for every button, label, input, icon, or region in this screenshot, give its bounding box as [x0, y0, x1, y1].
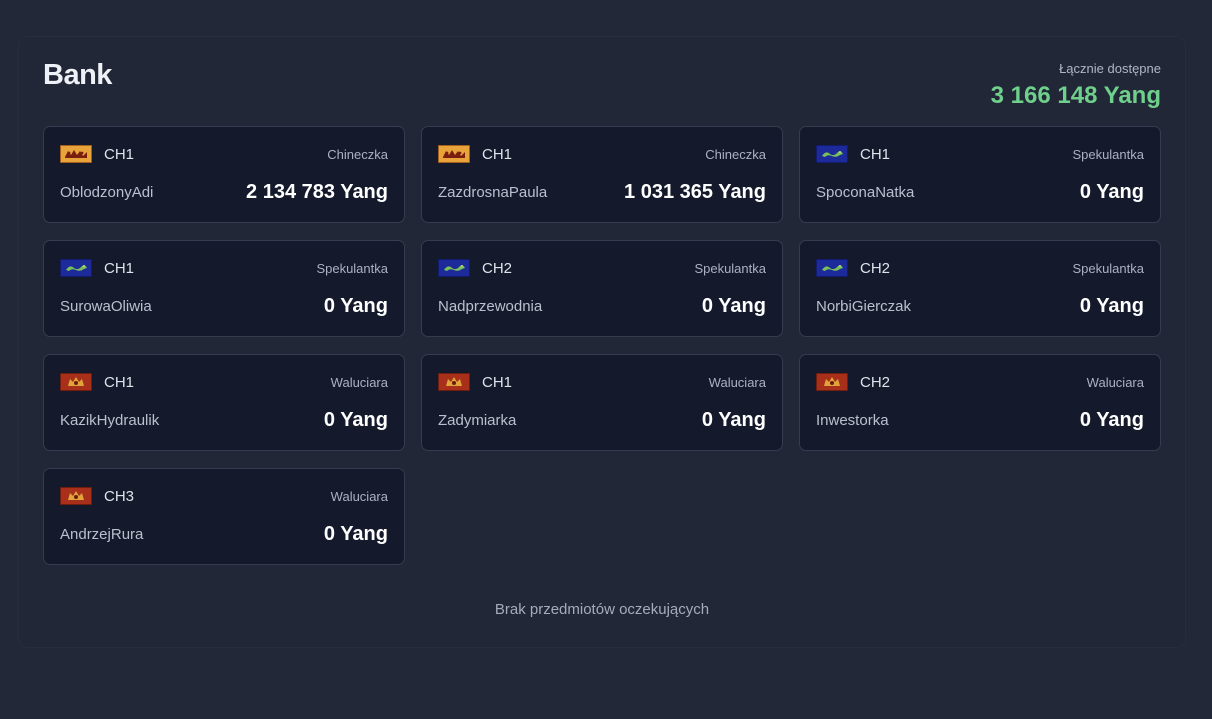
pending-items-status: Brak przedmiotów oczekujących [494, 601, 710, 618]
channel-label: CH2 [482, 260, 513, 277]
account-amount: 0 Yang [323, 523, 388, 545]
total-value: 3 166 148 Yang [990, 82, 1161, 109]
account-card[interactable]: CH1 Waluciara Zadymiarka 0 Yang [421, 354, 783, 451]
role-label: Spekulantka [1072, 261, 1144, 276]
account-name: ZazdrosnaPaula [438, 184, 548, 201]
channel-label: CH2 [860, 374, 891, 391]
channel-label: CH1 [104, 260, 135, 277]
flag-red-icon [438, 373, 470, 391]
channel-label: CH3 [104, 488, 135, 505]
account-card[interactable]: CH2 Spekulantka NorbiGierczak 0 Yang [799, 240, 1161, 337]
account-amount: 0 Yang [323, 295, 388, 317]
account-amount: 0 Yang [1079, 181, 1144, 203]
page-title: Bank [43, 59, 112, 91]
flag-blue-icon [816, 145, 848, 163]
account-name: KazikHydraulik [60, 412, 160, 429]
account-card[interactable]: CH3 Waluciara AndrzejRura 0 Yang [43, 468, 405, 565]
flag-orange-icon [60, 145, 92, 163]
account-amount: 0 Yang [1079, 295, 1144, 317]
role-label: Chineczka [327, 147, 388, 162]
account-card[interactable]: CH2 Spekulantka Nadprzewodnia 0 Yang [421, 240, 783, 337]
role-label: Spekulantka [694, 261, 766, 276]
role-label: Waluciara [330, 375, 388, 390]
account-card[interactable]: CH1 Spekulantka SurowaOliwia 0 Yang [43, 240, 405, 337]
channel-label: CH2 [860, 260, 891, 277]
account-amount: 2 134 783 Yang [246, 181, 388, 203]
role-label: Waluciara [708, 375, 766, 390]
flag-blue-icon [816, 259, 848, 277]
account-grid: CH1 Chineczka OblodzonyAdi 2 134 783 Yan… [43, 126, 1162, 565]
account-amount: 0 Yang [1079, 409, 1144, 431]
account-name: SpoconaNatka [816, 184, 915, 201]
account-name: Zadymiarka [438, 412, 517, 429]
account-name: Inwestorka [816, 412, 889, 429]
flag-red-icon [60, 373, 92, 391]
role-label: Waluciara [330, 489, 388, 504]
channel-label: CH1 [860, 146, 891, 163]
account-card[interactable]: CH1 Spekulantka SpoconaNatka 0 Yang [799, 126, 1161, 223]
channel-label: CH1 [482, 374, 513, 391]
channel-label: CH1 [482, 146, 513, 163]
account-name: OblodzonyAdi [60, 184, 154, 201]
account-name: AndrzejRura [60, 526, 144, 543]
account-card[interactable]: CH1 Chineczka ZazdrosnaPaula 1 031 365 Y… [421, 126, 783, 223]
account-amount: 0 Yang [701, 295, 766, 317]
channel-label: CH1 [104, 146, 135, 163]
account-card[interactable]: CH1 Waluciara KazikHydraulik 0 Yang [43, 354, 405, 451]
account-card[interactable]: CH1 Chineczka OblodzonyAdi 2 134 783 Yan… [43, 126, 405, 223]
flag-blue-icon [438, 259, 470, 277]
account-amount: 0 Yang [701, 409, 766, 431]
account-name: NorbiGierczak [816, 298, 912, 315]
flag-blue-icon [60, 259, 92, 277]
account-card[interactable]: CH2 Waluciara Inwestorka 0 Yang [799, 354, 1161, 451]
account-name: Nadprzewodnia [438, 298, 543, 315]
account-amount: 1 031 365 Yang [624, 181, 766, 203]
total-label: Łącznie dostępne [1059, 61, 1161, 76]
flag-red-icon [816, 373, 848, 391]
flag-orange-icon [438, 145, 470, 163]
account-name: SurowaOliwia [60, 298, 152, 315]
role-label: Spekulantka [316, 261, 388, 276]
role-label: Spekulantka [1072, 147, 1144, 162]
flag-red-icon [60, 487, 92, 505]
account-amount: 0 Yang [323, 409, 388, 431]
role-label: Chineczka [705, 147, 766, 162]
total-available: Łącznie dostępne 3 166 148 Yang [991, 61, 1161, 111]
channel-label: CH1 [104, 374, 135, 391]
role-label: Waluciara [1086, 375, 1144, 390]
bank-panel: Bank Łącznie dostępne 3 166 148 Yang CH1… [18, 36, 1186, 648]
